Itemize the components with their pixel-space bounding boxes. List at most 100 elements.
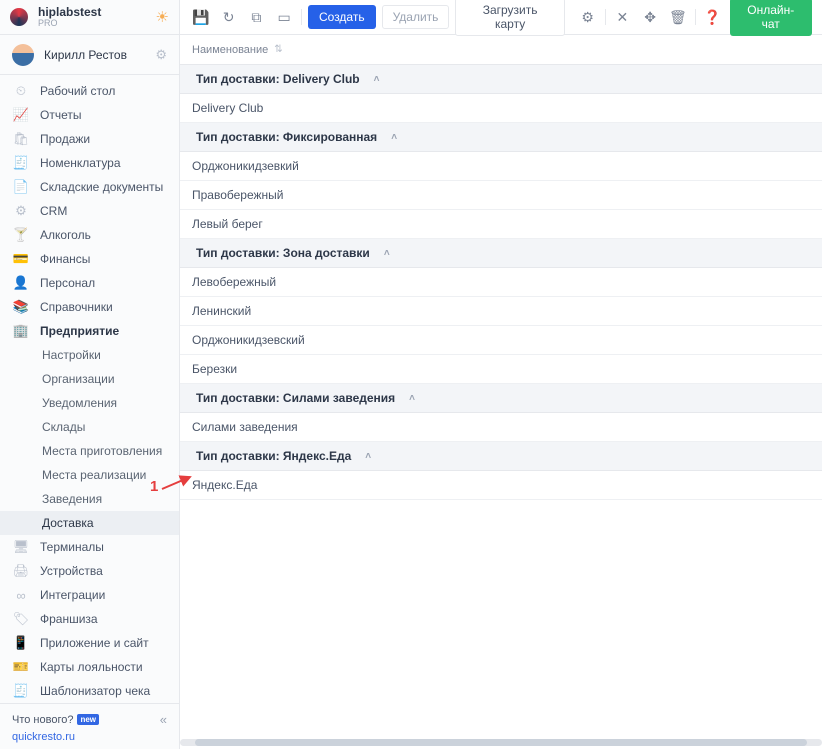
sidebar-item-label: Алкоголь — [40, 228, 91, 242]
chevron-up-icon: ˄ — [391, 132, 397, 143]
group-header[interactable]: Тип доставки: Силами заведения˄ — [180, 384, 822, 413]
group-title: Тип доставки: Зона доставки — [196, 246, 370, 260]
sidebar-item-label: Терминалы — [40, 540, 104, 554]
sidebar-item[interactable]: 👤Персонал — [0, 271, 179, 295]
sidebar-item-label: Финансы — [40, 252, 90, 266]
sidebar-item[interactable]: 📚Справочники — [0, 295, 179, 319]
sidebar-item-label: Приложение и сайт — [40, 636, 149, 650]
avatar — [12, 44, 34, 66]
table-row[interactable]: Левобережный — [180, 268, 822, 297]
nav-icon: 📈 — [12, 108, 30, 122]
nav-icon: 🏷 — [12, 612, 30, 626]
sidebar-item[interactable]: 🧾 Шаблонизатор чека — [0, 679, 179, 703]
sidebar-item-label: Рабочий стол — [40, 84, 115, 98]
refresh-icon[interactable]: ↻ — [218, 6, 240, 28]
sidebar-subitem[interactable]: Настройки — [0, 343, 179, 367]
sidebar-item-label: Карты лояльности — [40, 660, 143, 674]
nav-icon: 💳 — [12, 252, 30, 266]
sidebar-item-label: Шаблонизатор чека — [40, 684, 150, 698]
nav-icon: 📱 — [12, 636, 30, 650]
theme-icon[interactable]: ☀ — [156, 8, 169, 26]
sidebar-item[interactable]: 🧾 Номенклатура — [0, 151, 179, 175]
sidebar-item[interactable]: 🖥 Терминалы — [0, 535, 179, 559]
horizontal-scrollbar[interactable] — [180, 739, 822, 746]
load-map-button[interactable]: Загрузить карту — [455, 0, 564, 36]
brand-name: hiplabstest — [38, 6, 101, 18]
sidebar-item[interactable]: 🏢 Предприятие — [0, 319, 179, 343]
create-button[interactable]: Создать — [308, 5, 376, 29]
group-header[interactable]: Тип доставки: Фиксированная˄ — [180, 123, 822, 152]
sidebar-item[interactable]: 📄Складские документы — [0, 175, 179, 199]
tools-icon[interactable]: ✕ — [612, 6, 634, 28]
group-header[interactable]: Тип доставки: Зона доставки˄ — [180, 239, 822, 268]
table-row[interactable]: Яндекс.Еда — [180, 471, 822, 500]
sidebar-subitem[interactable]: Места приготовления — [0, 439, 179, 463]
sidebar-item-label: Франшиза — [40, 612, 98, 626]
sidebar-item[interactable]: 📈 Отчеты — [0, 103, 179, 127]
move-icon[interactable]: ✥ — [639, 6, 661, 28]
table-row[interactable]: Силами заведения — [180, 413, 822, 442]
sort-icon: ⇅ — [274, 44, 282, 55]
group-title: Тип доставки: Delivery Club — [196, 72, 360, 86]
sidebar-item-label: Продажи — [40, 132, 90, 146]
sidebar-item[interactable]: 🛍Продажи — [0, 127, 179, 151]
chevron-up-icon: ˄ — [374, 74, 380, 85]
table-row[interactable]: Ленинский — [180, 297, 822, 326]
sidebar-item-label: Устройства — [40, 564, 103, 578]
nav-icon: 🖥 — [12, 540, 30, 554]
brand-tier: PRO — [38, 18, 101, 28]
sidebar-subitem[interactable]: Места реализации — [0, 463, 179, 487]
sidebar-item[interactable]: 📱 Приложение и сайт — [0, 631, 179, 655]
sidebar-subitem[interactable]: Доставка — [0, 511, 179, 535]
sidebar-subitem[interactable]: Организации — [0, 367, 179, 391]
sidebar-item[interactable]: 🎫 Карты лояльности — [0, 655, 179, 679]
sidebar-item[interactable]: 💳 Финансы — [0, 247, 179, 271]
collapse-sidebar-icon[interactable]: « — [160, 712, 167, 727]
table-row[interactable]: Левый берег — [180, 210, 822, 239]
table-row[interactable]: Правобережный — [180, 181, 822, 210]
online-chat-button[interactable]: Онлайн-чат — [730, 0, 812, 36]
sidebar-subitem[interactable]: Уведомления — [0, 391, 179, 415]
table-row[interactable]: Орджоникидзевкий — [180, 152, 822, 181]
nav-icon: 📚 — [12, 300, 30, 314]
profile-row[interactable]: Кирилл Рестов ⚙ — [0, 35, 179, 75]
sidebar-item-label: Номенклатура — [40, 156, 121, 170]
group-header[interactable]: Тип доставки: Delivery Club ˄ — [180, 65, 822, 94]
group-header[interactable]: Тип доставки: Яндекс.Еда˄ — [180, 442, 822, 471]
trash-icon[interactable]: 🗑 — [667, 6, 689, 28]
settings-sliders-icon[interactable]: ⚙ — [577, 6, 599, 28]
table-row[interactable]: Орджоникидзевский — [180, 326, 822, 355]
nav-icon: 🧾 — [12, 156, 30, 170]
sidebar-subitem[interactable]: Склады — [0, 415, 179, 439]
chevron-up-icon: ˄ — [365, 451, 371, 462]
nav-icon: 🧾 — [12, 684, 30, 698]
nav-icon: 👤 — [12, 276, 30, 290]
new-badge: new — [77, 714, 99, 725]
gear-icon[interactable]: ⚙ — [155, 47, 167, 63]
sidebar-item[interactable]: 🏷 Франшиза — [0, 607, 179, 631]
sidebar-item[interactable]: ⚙CRM — [0, 199, 179, 223]
help-icon[interactable]: ❓ — [702, 6, 724, 28]
display-icon[interactable]: ▭ — [273, 6, 295, 28]
sidebar-subitem[interactable]: Заведения — [0, 487, 179, 511]
nav-icon: ⏲ — [12, 84, 30, 98]
sidebar-item[interactable]: 🍸Алкоголь — [0, 223, 179, 247]
table-row[interactable]: Березки — [180, 355, 822, 384]
delete-button[interactable]: Удалить — [382, 5, 450, 29]
nav-icon: 🖨 — [12, 564, 30, 578]
group-title: Тип доставки: Силами заведения — [196, 391, 395, 405]
copy-icon[interactable]: ⧉ — [246, 6, 268, 28]
column-header[interactable]: Наименование ⇅ — [180, 35, 822, 65]
sidebar-item[interactable]: 🖨 Устройства — [0, 559, 179, 583]
sidebar-item-label: Предприятие — [40, 324, 119, 338]
sidebar-item-label: Отчеты — [40, 108, 81, 122]
sidebar-item-label: CRM — [40, 204, 67, 218]
domain-link[interactable]: quickresto.ru — [12, 731, 167, 743]
sidebar-item[interactable]: ⏲ Рабочий стол — [0, 79, 179, 103]
sidebar-item[interactable]: ∞Интеграции — [0, 583, 179, 607]
table-row[interactable]: Delivery Club — [180, 94, 822, 123]
save-icon[interactable]: 💾 — [190, 6, 212, 28]
nav-icon: 🎫 — [12, 660, 30, 674]
whats-new-link[interactable]: Что нового? — [12, 714, 73, 726]
nav-icon: 🏢 — [12, 324, 30, 338]
